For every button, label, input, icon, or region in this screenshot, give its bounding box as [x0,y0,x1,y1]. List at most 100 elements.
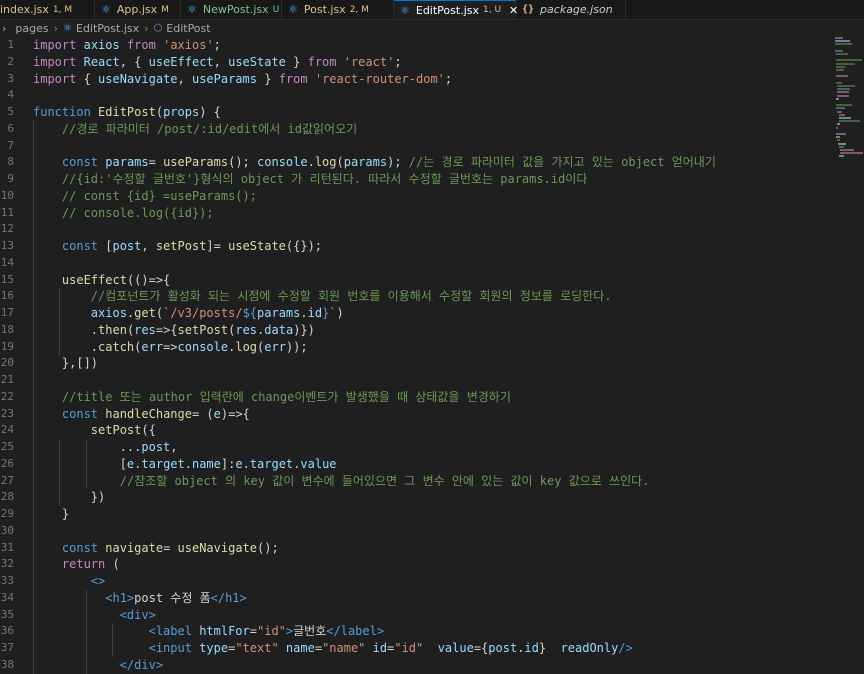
code-line[interactable]: 19 .catch(err=>console.log(err)); [0,339,835,356]
tab-label: NewPost.jsx [202,3,269,16]
code-line[interactable]: 2 import React, { useEffect, useState } f… [0,54,835,71]
code-token: res [235,322,258,337]
code-token: axios [83,38,120,52]
code-token: "name" [322,641,366,655]
tab-editpost-jsx[interactable]: ⚛ EditPost.jsx 1, U ✕ [394,0,518,19]
breadcrumb-folder[interactable]: pages [15,22,48,35]
code-token: , [213,54,229,69]
code-text: [e.target.name]:e.target.value [33,456,337,473]
line-number: 33 [0,574,14,587]
code-line[interactable]: 3 import { useNavigate, useParams } from … [0,71,835,88]
code-line[interactable]: 17 axios.get(`/v3/posts/${params.id}`) [0,305,835,322]
line-number: 20 [0,356,14,370]
code-token: // const {id} =useParams(); [61,188,257,203]
minimap-line [836,69,844,71]
code-line[interactable]: 21 [0,372,835,389]
code-line[interactable]: 16 //컴포넌트가 활성화 되는 시점에 수정할 회원 번호를 이용해서 수정… [0,288,835,305]
code-line[interactable]: 35 <div> [0,607,835,624]
code-line[interactable]: 36 <label htmlFor="id">글번호</label> [0,623,835,640]
tab-label: App.jsx [116,3,158,16]
code-line[interactable]: 18 .then(res=>{setPost(res.data)}) [0,322,835,339]
code-line[interactable]: 33 <> [0,573,835,590]
code-token: handleChange [105,406,192,421]
code-line[interactable]: 10 // const {id} =useParams(); [0,188,835,205]
code-token: navigate [105,540,164,555]
code-token: (()=>{ [126,272,171,287]
code-line[interactable]: 26 [e.target.name]:e.target.value [0,456,835,473]
code-line[interactable]: 14 [0,255,835,272]
code-text: const [post, setPost]= useState({}); [33,238,322,255]
line-number: 38 [0,657,14,671]
code-line[interactable]: 5 function EditPost(props) { [0,104,835,121]
code-token: id [307,306,323,320]
code-token: err [141,339,164,354]
code-line[interactable]: 23 const handleChange= (e)=>{ [0,406,835,423]
code-token: (); [228,155,258,170]
code-token: post 수정 폼 [134,590,211,605]
minimap-line [839,152,863,155]
code-token: /> [618,641,633,655]
code-line[interactable]: 31 const navigate= useNavigate(); [0,540,835,557]
code-line[interactable]: 27 //참조할 object 의 key 값이 변수에 들어있으면 그 변수 … [0,473,835,490]
code-token: => [163,339,178,354]
code-line[interactable]: 12 [0,221,835,238]
line-number: 24 [0,423,14,437]
code-line[interactable]: 32 return ( [0,556,835,573]
code-line[interactable]: 20 },[]) [0,355,835,372]
code-line[interactable]: 7 [0,138,835,155]
code-token: ; [394,54,402,69]
code-line[interactable]: 13 const [post, setPost]= useState({}); [0,238,835,255]
code-line[interactable]: 25 ...post, [0,439,835,456]
code-editor[interactable]: 1 import axios from 'axios'; 2 import React… [0,37,864,674]
code-token: ( [336,155,344,170]
code-line[interactable]: 8 const params= useParams(); console.log… [0,154,835,171]
breadcrumb-symbol[interactable]: EditPost [166,22,210,35]
code-line[interactable]: 30 [0,523,835,540]
code-line[interactable]: 1 import axios from 'axios'; [0,37,835,54]
tab-app-jsx[interactable]: ⚛ App.jsx M [95,0,181,19]
code-token: 'axios' [163,38,214,52]
code-line[interactable]: 4 [0,87,835,104]
breadcrumb-file[interactable]: EditPost.jsx [76,22,139,35]
tab-index-jsx[interactable]: index.jsx 1, M [0,0,95,19]
tab-post-jsx[interactable]: ⚛ Post.jsx 2, M [282,0,394,19]
code-line[interactable]: 6 //경로 파라미터 /post/:id/edit에서 id값읽어오기 [0,121,835,138]
code-line[interactable]: 22 //title 또는 author 입력란에 change이벤트가 발생했… [0,389,835,406]
minimap-line [836,126,838,129]
code-token: <label [148,624,192,639]
code-line[interactable]: 15 useEffect(()=>{ [0,272,835,289]
code-token: // console.log({id}); [61,205,214,220]
line-number: 37 [0,641,14,654]
code-text: //경로 파라미터 /post/:id/edit에서 id값읽어오기 [33,121,357,138]
code-token: import [33,38,77,52]
code-line[interactable]: 28 }) [0,489,835,506]
minimap-line [838,142,847,145]
minimap[interactable] [835,37,864,167]
code-token: EditPost [98,105,156,119]
tab-package-json[interactable]: {} package.json [516,0,626,19]
indent-guide [85,589,87,674]
code-line[interactable]: 11 // console.log({id}); [0,205,835,222]
code-text: //{id:'수정할 글번호'}형식의 object 가 리턴된다. 따라서 수… [33,171,587,188]
code-token: //컴포넌트가 활성화 되는 시점에 수정할 회원 번호를 이용해서 수정할 회… [90,289,612,304]
tab-newpost-jsx[interactable]: ⚛ NewPost.jsx U [181,0,282,19]
code-line[interactable]: 9 //{id:'수정할 글번호'}형식의 object 가 리턴된다. 따라서… [0,171,835,188]
code-line[interactable]: 29 } [0,506,835,523]
tab-label: index.jsx [0,3,49,16]
code-line[interactable]: 38 </div> [0,657,835,674]
tab-status-badge: U [272,4,280,15]
code-token: )=>{ [220,406,250,421]
react-file-icon: ⚛ [101,3,111,16]
code-token: . [33,339,99,354]
code-line[interactable]: 37 <input type="text" name="name" id="id… [0,640,835,657]
code-line[interactable]: 24 setPost({ [0,422,835,439]
code-line[interactable]: 34 <h1>post 수정 폼</h1> [0,590,835,607]
code-token: const [61,540,99,555]
